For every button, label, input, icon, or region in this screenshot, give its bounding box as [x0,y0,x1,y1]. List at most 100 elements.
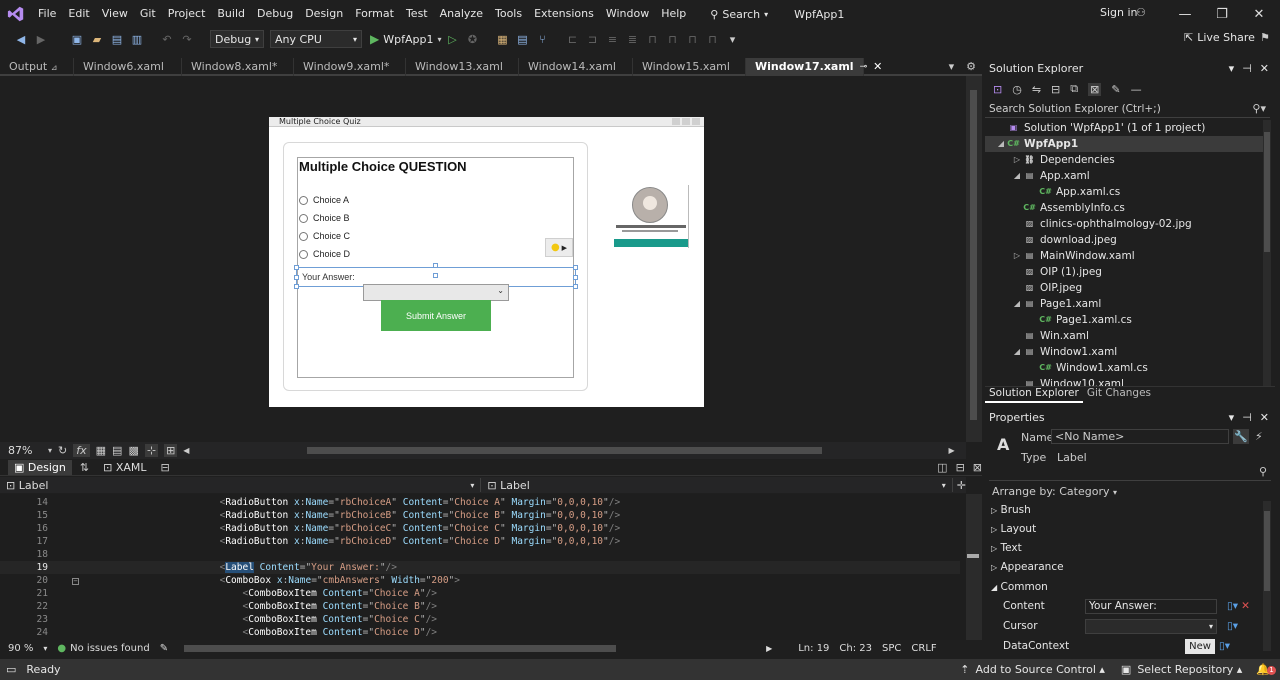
add-split-icon[interactable]: ✛ [957,479,966,492]
quick-actions-button[interactable]: ● ▶ [545,238,573,257]
align-left-icon[interactable]: ⊏ [563,30,581,48]
tree-item[interactable]: C# Window1.xaml.cs [985,360,1263,376]
tab-window9[interactable]: Window9.xaml* [294,58,406,76]
radio-choice-b[interactable]: Choice B [299,213,350,223]
expand-arrow-icon[interactable]: ◢ [995,136,1007,152]
tree-item[interactable]: ▤ Win.xaml [985,328,1263,344]
code-horizontal-scrollbar-thumb[interactable] [184,644,617,652]
horizontal-scrollbar-thumb[interactable] [307,447,823,454]
align-center-icon[interactable]: ⊐ [583,30,601,48]
pin-icon[interactable]: ⊿ [51,63,58,72]
your-answer-label[interactable]: Your Answer: [302,272,355,282]
outdent-icon[interactable]: ≣ [623,30,641,48]
resize-handle[interactable] [294,275,299,280]
line-indicator[interactable]: Ln: 19 [798,643,829,654]
tab-output[interactable]: Output ⊿ [0,58,74,76]
menu-format[interactable]: Format [349,0,400,28]
content-input[interactable]: Your Answer: [1085,598,1217,614]
menu-edit[interactable]: Edit [62,0,95,28]
resize-handle[interactable] [294,265,299,270]
layout-icon[interactable]: ▤ [513,30,531,48]
tree-item[interactable]: ▨ clinics-ophthalmology-02.jpg [985,216,1263,232]
toolbar-overflow-icon[interactable]: ▾ [723,30,741,48]
global-search-button[interactable]: ⚲ Search ▾ [702,3,776,25]
indent-icon[interactable]: ≡ [603,30,621,48]
platform-select[interactable]: Any CPU ▾ [270,30,362,48]
minimize-button[interactable]: — [1166,0,1204,28]
scroll-right-icon[interactable]: ▶ [766,644,772,653]
collapse-region-icon[interactable]: − [72,578,79,585]
preview-selected-icon[interactable]: ⊠ [1088,82,1102,96]
vertical-split-icon[interactable]: ◫ [937,461,947,474]
properties-icon[interactable]: ✎ [1111,83,1120,96]
tree-item[interactable]: ◢ ▤ Page1.xaml [985,296,1263,312]
tree-item[interactable]: C# AssemblyInfo.cs [985,200,1263,216]
menu-design[interactable]: Design [299,0,349,28]
grid-icon[interactable]: ▦ [96,444,106,457]
menu-analyze[interactable]: Analyze [434,0,489,28]
expand-arrow-icon[interactable]: ◢ [1011,168,1023,184]
resize-handle[interactable] [294,284,299,289]
designer-vertical-scrollbar[interactable] [966,76,982,442]
resize-handle[interactable] [573,265,578,270]
line-ending-indicator[interactable]: CRLF [911,643,936,654]
maximize-button[interactable]: ❐ [1203,0,1241,28]
design-tab[interactable]: ▣ Design [8,459,72,475]
menu-debug[interactable]: Debug [251,0,299,28]
left-scope-select[interactable]: ⊡ Label ▾ [0,478,482,492]
expand-arrow-icon[interactable]: ▷ [1011,248,1023,264]
menu-project[interactable]: Project [162,0,212,28]
tree-item[interactable]: C# App.xaml.cs [985,184,1263,200]
notifications-icon[interactable]: 🔔 1 [1256,663,1276,676]
editor-zoom[interactable]: 90 % [8,643,33,654]
menu-help[interactable]: Help [655,0,692,28]
gear-icon[interactable]: ⚙ [960,58,982,74]
tree-item[interactable]: ◢ ▤ Window1.xaml [985,344,1263,360]
radio-choice-a[interactable]: Choice A [299,195,349,205]
redo-icon[interactable]: ↷ [178,30,196,48]
bookmark-icon[interactable]: ⊓ [643,30,661,48]
arrange-by-button[interactable]: Arrange by: Category ▾ [992,485,1117,498]
tab-window15[interactable]: Window15.xaml [633,58,746,76]
property-marker-icon[interactable]: ▯▾ [1227,620,1238,632]
tree-item[interactable]: ▣ Solution 'WpfApp1' (1 of 1 project) [985,120,1263,136]
chevron-down-icon[interactable]: ▾ [1229,409,1235,427]
live-share-button[interactable]: ⇱ Live Share [1184,31,1255,44]
radio-choice-c[interactable]: Choice C [299,231,350,241]
visual-studio-logo-icon[interactable] [0,0,32,28]
solution-search-input[interactable]: Search Solution Explorer (Ctrl+;) ⚲▾ [985,100,1270,118]
tab-window13[interactable]: Window13.xaml [406,58,519,76]
menu-test[interactable]: Test [400,0,434,28]
resize-handle[interactable] [433,263,438,268]
pen-icon[interactable]: ✎ [160,643,168,654]
issues-indicator[interactable]: No issues found [70,643,150,654]
add-to-source-control-button[interactable]: Add to Source Control ▴ [976,663,1105,676]
tree-item[interactable]: ◢ ▤ App.xaml [985,168,1263,184]
snap-lines-icon[interactable]: ⊹ [144,444,159,457]
tree-scrollbar[interactable] [1263,120,1271,386]
sync-icon[interactable]: ⇋ [1032,83,1041,96]
tree-item[interactable]: ▷ ⛓ Dependencies [985,152,1263,168]
chevron-down-icon[interactable]: ▾ [1229,60,1235,78]
radio-choice-d[interactable]: Choice D [299,249,350,259]
whitespace-indicator[interactable]: SPC [882,643,901,654]
category-brush[interactable]: ▷ Brush [991,501,1031,519]
lightning-icon[interactable]: ⚡ [1255,430,1263,443]
clinic-image[interactable] [614,185,689,248]
configuration-select[interactable]: Debug ▾ [210,30,264,48]
scrollbar-thumb[interactable] [970,90,977,420]
properties-scrollbar[interactable] [1263,501,1271,651]
tree-item[interactable]: ▨ OIP (1).jpeg [985,264,1263,280]
select-repository-button[interactable]: Select Repository ▴ [1137,663,1242,676]
property-marker-icon[interactable]: ▯▾ [1227,600,1238,612]
code-vertical-scrollbar[interactable] [966,494,982,640]
bookmark-prev-icon[interactable]: ⊓ [663,30,681,48]
tree-item[interactable]: C# Page1.xaml.cs [985,312,1263,328]
save-all-icon[interactable]: ▥ [128,30,146,48]
wrench-icon[interactable]: 🔧 [1233,429,1249,444]
menu-view[interactable]: View [96,0,134,28]
chevron-down-icon[interactable]: ▾ [48,446,52,455]
close-window-button[interactable]: ✕ [1240,0,1278,28]
tab-window8[interactable]: Window8.xaml* [182,58,294,76]
tab-list-icon[interactable]: ▾ [943,58,961,74]
